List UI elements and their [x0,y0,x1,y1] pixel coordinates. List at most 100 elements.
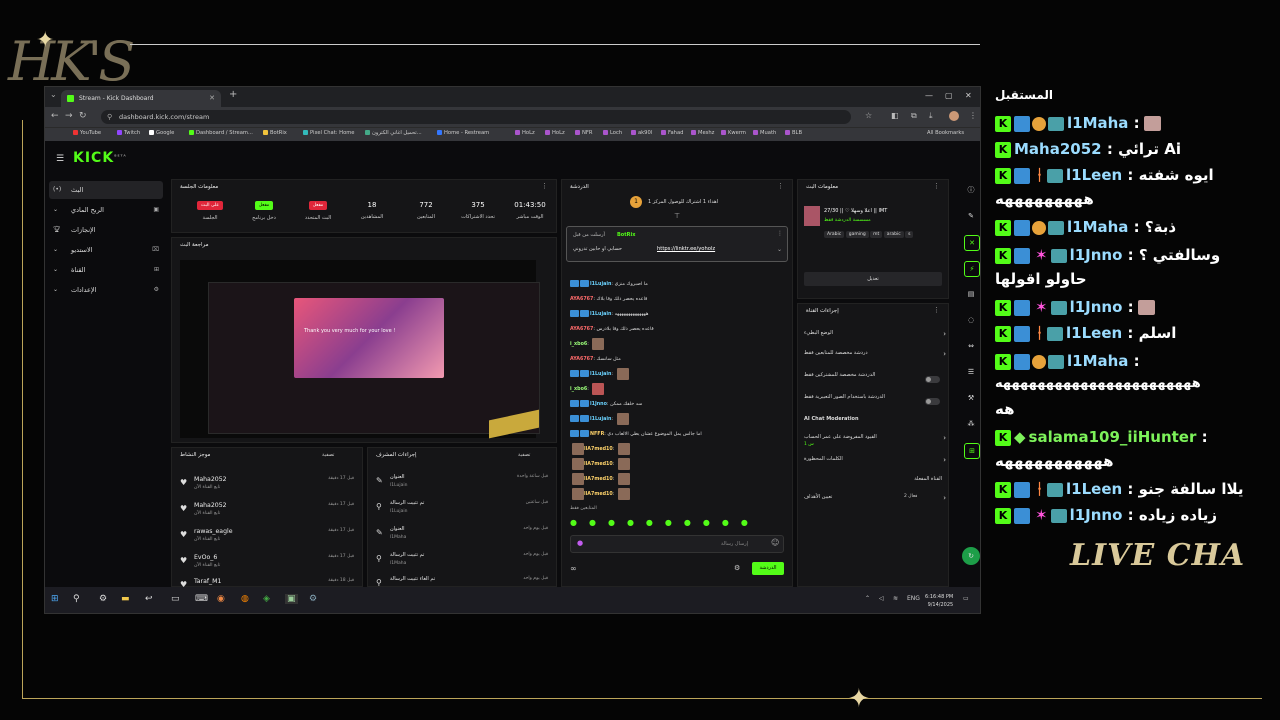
chevron-up-icon[interactable]: ⌃ [865,595,870,602]
menu-icon[interactable]: ☰ [56,154,64,164]
bookmark-google[interactable]: Google [149,130,174,136]
close-tab-icon[interactable]: ✕ [209,90,215,107]
mod-filter[interactable]: تصفية [518,452,530,458]
search-icon[interactable]: ⚲ [73,594,80,604]
followers-only-row[interactable]: دردشة مخصصة للمتابعين فقط › [804,350,946,366]
emote-only-row[interactable]: الدردشة باستخدام الصور التعبيرية فقط [804,394,946,410]
edit-stream-button[interactable]: تعديل [804,272,942,286]
nodes-icon[interactable]: ⁂ [964,417,978,431]
sidebar-item-studio[interactable]: ⌄ الاستديو ⌧ [49,241,163,259]
mic-icon[interactable]: ● [577,539,583,547]
note-icon[interactable]: ▤ [964,287,978,301]
bookmark-songs[interactable]: تحميل اغاني الكترون... [365,130,422,136]
bookmark-muath[interactable]: Muath [753,130,776,136]
sidebar-item-live[interactable]: (•) البث [49,181,163,199]
tag[interactable]: arabic [883,231,904,238]
pinned-link[interactable]: https://linktr.ee/yoholz [657,246,715,252]
file-explorer-icon[interactable]: ▬ [121,594,130,604]
star-bookmark-icon[interactable]: ☆ [865,111,872,120]
tag[interactable]: s [905,231,914,238]
chat-input[interactable]: ● إرسال رسالة ☺ [570,535,784,553]
tab-list-icon[interactable]: ⌄ [50,90,57,99]
toggle-switch[interactable] [925,376,940,383]
speaker-icon[interactable]: ◁ [879,595,884,602]
new-tab-button[interactable]: + [229,89,237,100]
firefox-icon[interactable]: ◍ [241,594,249,604]
app-icon[interactable]: ◈ [263,594,270,604]
bookmark-fahad[interactable]: Fahad [661,130,683,136]
sidebar-item-settings[interactable]: ⌄ الإعدادات ⚙ [49,281,163,299]
kick-icon[interactable]: ✕ [964,235,980,251]
more-menu-icon[interactable]: ⋮ [969,111,977,120]
reload-icon[interactable]: ↻ [79,111,87,121]
sidebar-item-channel[interactable]: ⌄ القناة ⊞ [49,261,163,279]
bookmark-holz-2[interactable]: HoLz [545,130,565,136]
maximize-icon[interactable]: ▢ [945,91,953,100]
refresh-icon[interactable]: ↻ [962,547,980,565]
bookmark-holz[interactable]: HoLz [515,130,535,136]
all-bookmarks[interactable]: All Bookmarks [927,130,964,136]
loop-icon[interactable]: ∞ [570,564,577,573]
slow-mode-row[interactable]: الوضع البطيء › [804,330,946,346]
send-chat-button[interactable]: الدردشة [752,562,784,575]
notification-icon[interactable]: ▭ [963,595,969,602]
gear-icon[interactable]: ⚙ [734,564,740,572]
terminal-icon[interactable]: ▭ [171,594,180,604]
bookmark-ak90l[interactable]: ak90l [631,130,652,136]
wifi-icon[interactable]: ≋ [893,595,898,602]
minimize-icon[interactable]: — [925,91,933,100]
steam-icon[interactable]: ⚙ [309,594,317,604]
bookmark-botrix[interactable]: BotRix [263,130,287,136]
more-icon[interactable]: ⋮ [777,230,783,237]
bookmark-pixelchat[interactable]: Pixel Chat: Home [303,130,355,136]
ai-moderation-row[interactable]: AI Chat Moderation [804,416,946,432]
back-app-icon[interactable]: ↩ [145,594,153,604]
chat-bubble-icon[interactable]: ◌ [964,313,978,327]
bookmark-loch[interactable]: Loch [603,130,622,136]
banned-words-row[interactable]: الكلمات المحظورة › [804,456,946,472]
emoji-icon[interactable]: ☺ [771,538,779,547]
tag[interactable]: Arabic [824,231,845,238]
video-preview[interactable]: Thank you very much for your love ! [180,260,540,439]
tag[interactable]: mt [870,231,883,238]
account-age-row[interactable]: القيود المفروضة على عمر الحساب 1 س › [804,434,946,450]
sidebar-item-monetization[interactable]: ⌄ الربح المادي ▣ [49,201,163,219]
forward-icon[interactable]: → [65,111,73,121]
wrench-icon[interactable]: ⚒ [964,391,978,405]
bookmark-restream[interactable]: Home - Restream [437,130,489,136]
chrome-icon[interactable]: ◉ [217,594,225,604]
stream-category[interactable]: مسسسة الدردشة فقط [824,218,871,223]
clock[interactable]: 6:16:48 PM 9/14/2025 [925,593,953,609]
settings-icon[interactable]: ⚙ [99,594,107,604]
chevron-down-icon[interactable]: ⌄ [777,246,782,253]
windows-start-icon[interactable]: ⊞ [51,594,59,604]
lightning-icon[interactable]: ⚡ [964,261,980,277]
link-icon[interactable]: ⇔ [964,339,978,353]
extensions-icon[interactable]: ⧉ [911,111,917,121]
list-icon[interactable]: ☰ [964,365,978,379]
obs-icon[interactable]: ▣ [285,594,298,604]
feed-filter[interactable]: تصفية [322,452,334,458]
pencil-icon[interactable]: ✎ [964,209,978,223]
back-icon[interactable]: ← [51,111,59,121]
set-goals-row[interactable]: تعيين الأهداف فعال 2 › [804,494,946,510]
lang-indicator[interactable]: ENG [907,595,920,602]
profile-avatar[interactable] [949,111,959,121]
download-icon[interactable]: ⤓ [929,111,933,121]
bookmark-twitch[interactable]: Twitch [117,130,140,136]
more-icon[interactable]: ⋮ [541,182,548,190]
more-icon[interactable]: ⋮ [777,182,784,190]
code-icon[interactable]: ⌨ [195,594,208,604]
more-icon[interactable]: ⋮ [933,306,940,314]
close-window-icon[interactable]: ✕ [965,91,972,100]
emote-bar[interactable]: ●●●●●●●●●● [570,518,784,528]
bookmark-dashboard[interactable]: Dashboard / Stream... [189,130,253,136]
media-icon[interactable]: ◧ [891,111,899,120]
bookmark-blb[interactable]: BLB [785,130,802,136]
subscribers-only-row[interactable]: الدردشة مخصصة للمشتركين فقط [804,372,946,388]
toggle-switch[interactable] [925,398,940,405]
grid-icon[interactable]: ⊞ [964,443,980,459]
url-field[interactable]: ⚲ dashboard.kick.com/stream [101,110,851,124]
info-icon[interactable]: ⓘ [964,183,978,197]
kick-logo[interactable]: KICKBETA [73,150,127,166]
